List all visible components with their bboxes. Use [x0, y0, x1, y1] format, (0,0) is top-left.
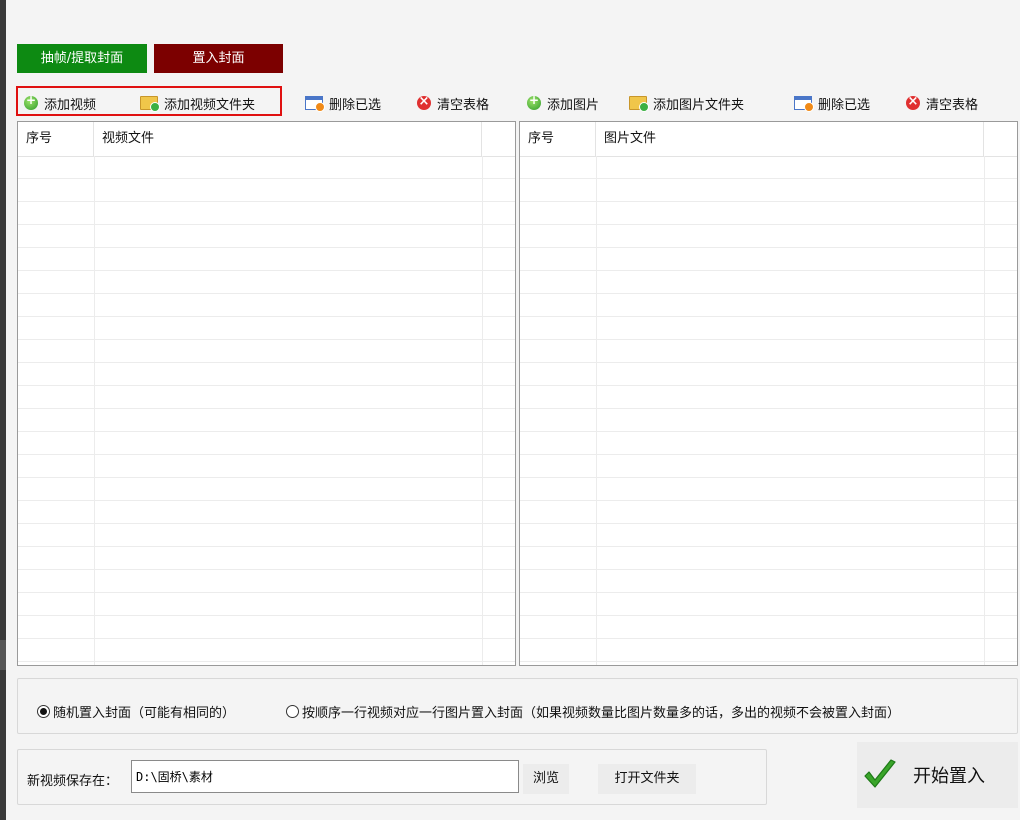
table-row[interactable]	[520, 524, 1017, 547]
table-row[interactable]	[520, 547, 1017, 570]
table-row[interactable]	[520, 202, 1017, 225]
table-row[interactable]	[520, 455, 1017, 478]
clear-icon	[417, 94, 431, 110]
table-row[interactable]	[18, 501, 515, 524]
delete-row-icon	[305, 96, 325, 112]
table-row[interactable]	[18, 225, 515, 248]
start-embed-button[interactable]: 开始置入	[857, 742, 1018, 808]
table-row[interactable]	[520, 409, 1017, 432]
table-row[interactable]	[520, 294, 1017, 317]
delete-selected-label: 删除已选	[818, 97, 871, 113]
table-row[interactable]	[18, 616, 515, 639]
table-row[interactable]	[18, 202, 515, 225]
folder-add-icon	[140, 96, 160, 112]
table-header: 序号 视频文件	[18, 122, 515, 157]
column-header-index[interactable]: 序号	[18, 122, 94, 156]
table-row[interactable]	[520, 340, 1017, 363]
radio-dot	[37, 705, 50, 718]
open-folder-button[interactable]: 打开文件夹	[598, 764, 696, 794]
add-image-button[interactable]: 添加图片	[527, 90, 599, 116]
table-row[interactable]	[18, 593, 515, 616]
table-row[interactable]	[18, 156, 515, 179]
window-left-edge	[0, 0, 6, 820]
column-header-spacer	[482, 122, 515, 156]
random-placement-label: 随机置入封面（可能有相同的）	[53, 706, 236, 721]
table-row[interactable]	[520, 639, 1017, 662]
clear-video-table-button[interactable]: 清空表格	[417, 90, 489, 116]
table-row[interactable]	[520, 386, 1017, 409]
table-row[interactable]	[18, 455, 515, 478]
table-row[interactable]	[520, 432, 1017, 455]
table-row[interactable]	[520, 156, 1017, 179]
tab-extract-cover[interactable]: 抽帧/提取封面	[17, 44, 147, 73]
save-path-input[interactable]	[131, 760, 519, 793]
table-row[interactable]	[18, 294, 515, 317]
add-icon	[527, 93, 541, 110]
table-row[interactable]	[18, 547, 515, 570]
table-row[interactable]	[18, 363, 515, 386]
table-row[interactable]	[18, 478, 515, 501]
delete-row-icon	[794, 96, 814, 112]
table-header: 序号 图片文件	[520, 122, 1017, 157]
image-rows	[520, 156, 1017, 665]
add-video-button[interactable]: 添加视频	[24, 90, 96, 116]
image-table[interactable]: 序号 图片文件	[519, 121, 1018, 666]
random-placement-radio[interactable]: 随机置入封面（可能有相同的）	[37, 702, 235, 721]
start-embed-label: 开始置入	[913, 766, 985, 787]
table-row[interactable]	[520, 248, 1017, 271]
add-image-folder-button[interactable]: 添加图片文件夹	[629, 90, 744, 116]
table-row[interactable]	[18, 248, 515, 271]
delete-selected-label: 删除已选	[329, 97, 382, 113]
table-row[interactable]	[520, 363, 1017, 386]
add-image-folder-label: 添加图片文件夹	[653, 97, 745, 113]
sequential-placement-radio[interactable]: 按顺序一行视频对应一行图片置入封面（如果视频数量比图片数量多的话，多出的视频不会…	[286, 702, 900, 721]
table-row[interactable]	[18, 639, 515, 662]
table-row[interactable]	[18, 409, 515, 432]
add-video-folder-label: 添加视频文件夹	[164, 97, 256, 113]
add-icon	[24, 93, 38, 110]
table-row[interactable]	[18, 524, 515, 547]
table-row[interactable]	[18, 386, 515, 409]
table-row[interactable]	[520, 225, 1017, 248]
add-image-label: 添加图片	[547, 97, 600, 113]
checkmark-icon	[864, 759, 896, 788]
table-row[interactable]	[18, 179, 515, 202]
table-row[interactable]	[520, 179, 1017, 202]
delete-selected-videos-button[interactable]: 删除已选	[305, 90, 381, 116]
table-row[interactable]	[520, 570, 1017, 593]
column-header-video-file[interactable]: 视频文件	[94, 122, 482, 156]
clear-icon	[906, 94, 920, 110]
table-row[interactable]	[18, 317, 515, 340]
folder-add-icon	[629, 96, 649, 112]
save-location-label: 新视频保存在：	[27, 774, 119, 789]
column-header-index[interactable]: 序号	[520, 122, 596, 156]
clear-table-label: 清空表格	[926, 97, 979, 113]
clear-image-table-button[interactable]: 清空表格	[906, 90, 978, 116]
table-row[interactable]	[18, 271, 515, 294]
add-video-label: 添加视频	[44, 97, 97, 113]
table-row[interactable]	[18, 570, 515, 593]
table-row[interactable]	[520, 616, 1017, 639]
table-row[interactable]	[18, 432, 515, 455]
add-video-folder-button[interactable]: 添加视频文件夹	[140, 90, 255, 116]
column-header-spacer	[984, 122, 1017, 156]
table-row[interactable]	[520, 271, 1017, 294]
browse-button[interactable]: 浏览	[523, 764, 569, 794]
column-header-image-file[interactable]: 图片文件	[596, 122, 984, 156]
clear-table-label: 清空表格	[437, 97, 490, 113]
radio-dot	[286, 705, 299, 718]
table-row[interactable]	[520, 501, 1017, 524]
table-row[interactable]	[520, 478, 1017, 501]
sequential-placement-label: 按顺序一行视频对应一行图片置入封面（如果视频数量比图片数量多的话，多出的视频不会…	[302, 706, 901, 721]
video-rows	[18, 156, 515, 665]
table-row[interactable]	[520, 593, 1017, 616]
tab-embed-cover[interactable]: 置入封面	[154, 44, 283, 73]
table-row[interactable]	[18, 340, 515, 363]
table-row[interactable]	[520, 317, 1017, 340]
video-table[interactable]: 序号 视频文件	[17, 121, 516, 666]
delete-selected-images-button[interactable]: 删除已选	[794, 90, 870, 116]
